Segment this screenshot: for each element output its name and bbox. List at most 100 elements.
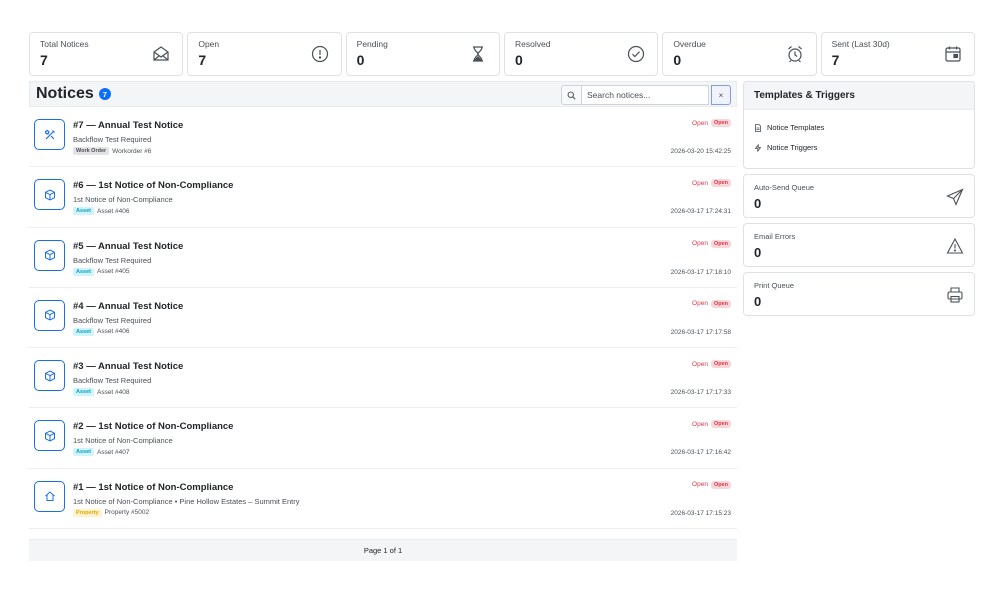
calendar-icon: [944, 45, 962, 63]
notice-row[interactable]: #1 — 1st Notice of Non-Compliance 1st No…: [29, 469, 737, 530]
reference-text: Asset #406: [96, 207, 130, 215]
stat-value: 0: [754, 245, 762, 260]
notice-triggers-label: Notice Triggers: [767, 143, 818, 152]
notice-list: #7 — Annual Test Notice Backflow Test Re…: [29, 107, 737, 530]
notice-subtitle: 1st Notice of Non-Compliance: [73, 436, 173, 446]
notice-date: 2026-03-17 17:17:58: [670, 328, 731, 336]
status-text: Open: [692, 179, 708, 187]
notice-subtitle: Backflow Test Required: [73, 376, 152, 386]
type-tag: Work Order: [73, 147, 110, 155]
notice-date: 2026-03-17 17:16:42: [670, 449, 731, 457]
notice-title: #3 — Annual Test Notice: [73, 361, 184, 373]
tools-icon: [34, 119, 65, 150]
count-badge: 7: [98, 88, 111, 100]
box-icon: [34, 299, 65, 331]
document-icon: [755, 123, 761, 132]
status-text: Open: [692, 119, 708, 127]
reference-text: Asset #406: [96, 328, 130, 336]
exclamation-circle-icon: [311, 45, 329, 63]
print-queue-card[interactable]: Print Queue 0: [743, 272, 975, 316]
status-text: Open: [692, 360, 708, 368]
notice-date: 2026-03-17 17:17:33: [670, 389, 731, 397]
send-icon: [946, 188, 964, 206]
auto-send-queue-card[interactable]: Auto-Send Queue 0: [743, 174, 975, 218]
stat-card-total-notices[interactable]: Total Notices 7: [29, 32, 184, 76]
notice-subtitle: Backflow Test Required: [73, 255, 152, 265]
box-icon: [34, 360, 65, 392]
house-icon: [34, 480, 65, 512]
notice-title: #7 — Annual Test Notice: [73, 120, 184, 131]
stat-label: Auto-Send Queue: [754, 183, 815, 192]
page-title: Notices: [36, 85, 94, 102]
notice-title: #4 — Annual Test Notice: [73, 300, 184, 312]
type-tag: Asset: [73, 327, 94, 336]
notice-title: #2 — 1st Notice of Non-Compliance: [73, 421, 234, 433]
stat-label: Print Queue: [754, 281, 795, 290]
notice-title: #6 — 1st Notice of Non-Compliance: [73, 180, 234, 192]
stat-card-overdue[interactable]: Overdue 0: [662, 32, 817, 76]
notice-row[interactable]: #7 — Annual Test Notice Backflow Test Re…: [29, 107, 737, 168]
notice-subtitle: 1st Notice of Non-Compliance • Pine Holl…: [73, 496, 300, 506]
search-input[interactable]: [581, 85, 709, 105]
notice-status: Open Open: [692, 480, 731, 489]
stat-card-open[interactable]: Open 7: [187, 32, 342, 76]
notice-title: #1 — 1st Notice of Non-Compliance: [73, 481, 234, 493]
notices-panel: Notices 7 × #7 — Annual Test Notice Back…: [29, 81, 737, 561]
reference-text: Asset #407: [96, 448, 130, 456]
check-circle-icon: [627, 45, 645, 63]
notice-status: Open Open: [692, 360, 731, 369]
status-text: Open: [692, 481, 708, 489]
status-text: Open: [692, 420, 708, 428]
status-badge: Open: [710, 119, 731, 127]
alarm-clock-icon: [786, 45, 804, 63]
notice-subtitle: 1st Notice of Non-Compliance: [73, 195, 173, 205]
search-icon: [561, 85, 581, 105]
type-tag: Asset: [73, 207, 94, 216]
stat-card-pending[interactable]: Pending 0: [345, 32, 500, 76]
warning-icon: [946, 237, 964, 255]
status-text: Open: [692, 300, 708, 308]
status-text: Open: [692, 240, 708, 248]
reference-text: Asset #408: [96, 388, 130, 396]
notice-date: 2026-03-17 17:24:31: [670, 208, 731, 216]
notice-subtitle: Backflow Test Required: [73, 135, 152, 144]
stat-value: 0: [754, 294, 762, 309]
notice-reference: Asset Asset #405: [73, 267, 130, 276]
stat-card-resolved[interactable]: Resolved 0: [503, 32, 659, 76]
type-tag: Asset: [73, 267, 94, 276]
stat-label: Email Errors: [754, 232, 796, 241]
status-badge: Open: [710, 299, 731, 308]
pagination: Page 1 of 1: [29, 539, 737, 561]
notice-triggers-link[interactable]: Notice Triggers: [754, 143, 817, 152]
notice-status: Open Open: [692, 299, 731, 308]
notice-row[interactable]: #4 — Annual Test Notice Backflow Test Re…: [29, 288, 737, 349]
notice-reference: Asset Asset #406: [73, 327, 130, 336]
email-errors-card[interactable]: Email Errors 0: [743, 223, 975, 267]
type-tag: Asset: [73, 448, 94, 457]
templates-triggers-card: Templates & Triggers Notice Templates No…: [743, 81, 975, 169]
notice-row[interactable]: #3 — Annual Test Notice Backflow Test Re…: [29, 348, 737, 409]
lightning-icon: [754, 143, 762, 152]
notice-templates-label: Notice Templates: [767, 123, 825, 132]
clear-search-button[interactable]: ×: [711, 85, 731, 105]
status-badge: Open: [710, 239, 731, 248]
reference-text: Asset #405: [96, 268, 130, 276]
notice-subtitle: Backflow Test Required: [73, 315, 152, 325]
templates-triggers-title: Templates & Triggers: [744, 82, 974, 110]
notice-status: Open Open: [692, 420, 731, 429]
notice-row[interactable]: #5 — Annual Test Notice Backflow Test Re…: [29, 228, 737, 288]
notice-date: 2026-03-20 15:42:25: [670, 148, 731, 155]
box-icon: [34, 420, 65, 452]
notice-templates-link[interactable]: Notice Templates: [754, 123, 824, 132]
notice-date: 2026-03-17 17:15:23: [670, 509, 731, 517]
stat-card-sent-last-30d[interactable]: Sent (Last 30d) 7: [820, 32, 975, 76]
notice-row[interactable]: #6 — 1st Notice of Non-Compliance 1st No…: [29, 167, 737, 228]
notice-reference: Asset Asset #406: [73, 207, 130, 216]
stat-value: 0: [754, 196, 762, 211]
status-badge: Open: [710, 480, 731, 489]
stats-row: Total Notices 7 Open 7 Pending 0 Resolve…: [29, 32, 975, 76]
hourglass-icon: [469, 45, 487, 63]
status-badge: Open: [710, 420, 731, 429]
notice-row[interactable]: #2 — 1st Notice of Non-Compliance 1st No…: [29, 408, 737, 469]
status-badge: Open: [710, 179, 731, 188]
